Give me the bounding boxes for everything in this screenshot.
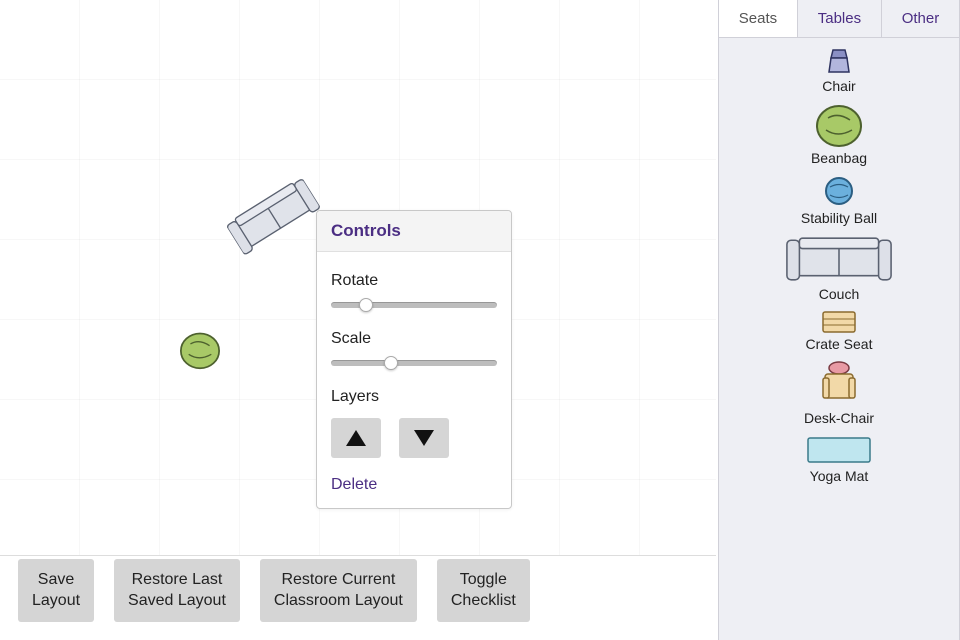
desk-chair-icon — [817, 360, 861, 408]
tab-tables[interactable]: Tables — [798, 0, 882, 37]
triangle-down-icon — [414, 430, 434, 446]
layer-up-button[interactable] — [331, 418, 381, 458]
tab-other[interactable]: Other — [882, 0, 959, 37]
scale-label: Scale — [331, 330, 497, 348]
rotate-label: Rotate — [331, 272, 497, 290]
palette-item-label: Yoga Mat — [810, 468, 869, 484]
palette-item-label: Couch — [819, 286, 859, 302]
crate-seat-icon — [821, 310, 857, 334]
palette-items: Chair Beanbag Stability Ball — [719, 38, 959, 488]
rotate-slider[interactable] — [331, 302, 497, 308]
stability-ball-icon — [822, 174, 856, 208]
controls-panel: Controls Rotate Scale Layers Delete — [316, 210, 512, 509]
palette-item-couch[interactable]: Couch — [785, 232, 893, 306]
palette-item-beanbag[interactable]: Beanbag — [811, 100, 867, 170]
palette-item-yoga-mat[interactable]: Yoga Mat — [806, 432, 872, 488]
restore-last-button[interactable]: Restore Last Saved Layout — [114, 559, 240, 622]
palette-item-label: Desk-Chair — [804, 410, 874, 426]
couch-icon — [785, 234, 893, 284]
layer-down-button[interactable] — [399, 418, 449, 458]
save-layout-button[interactable]: Save Layout — [18, 559, 94, 622]
furniture-palette: Seats Tables Other Chair Beanbag — [718, 0, 960, 640]
rotate-slider-thumb[interactable] — [359, 298, 373, 312]
chair-icon — [825, 46, 853, 76]
layout-canvas[interactable]: Controls Rotate Scale Layers Delete — [0, 0, 716, 556]
palette-item-label: Beanbag — [811, 150, 867, 166]
toggle-checklist-button[interactable]: Toggle Checklist — [437, 559, 530, 622]
restore-current-button[interactable]: Restore Current Classroom Layout — [260, 559, 417, 622]
palette-item-desk-chair[interactable]: Desk-Chair — [804, 358, 874, 430]
bottom-toolbar: Save Layout Restore Last Saved Layout Re… — [0, 549, 716, 640]
palette-item-label: Crate Seat — [806, 336, 873, 352]
controls-title: Controls — [317, 211, 511, 252]
palette-item-stability-ball[interactable]: Stability Ball — [801, 172, 877, 230]
scale-slider[interactable] — [331, 360, 497, 366]
placed-item-beanbag[interactable] — [178, 330, 222, 370]
placed-item-couch[interactable] — [223, 173, 323, 258]
tab-seats[interactable]: Seats — [719, 0, 798, 37]
delete-button[interactable]: Delete — [331, 476, 497, 494]
triangle-up-icon — [346, 430, 366, 446]
palette-tabs: Seats Tables Other — [719, 0, 959, 38]
palette-item-chair[interactable]: Chair — [822, 44, 855, 98]
palette-item-label: Chair — [822, 78, 855, 94]
palette-item-crate-seat[interactable]: Crate Seat — [806, 308, 873, 356]
yoga-mat-icon — [806, 434, 872, 466]
beanbag-icon — [814, 102, 864, 148]
layers-label: Layers — [331, 388, 497, 406]
scale-slider-thumb[interactable] — [384, 356, 398, 370]
palette-item-label: Stability Ball — [801, 210, 877, 226]
